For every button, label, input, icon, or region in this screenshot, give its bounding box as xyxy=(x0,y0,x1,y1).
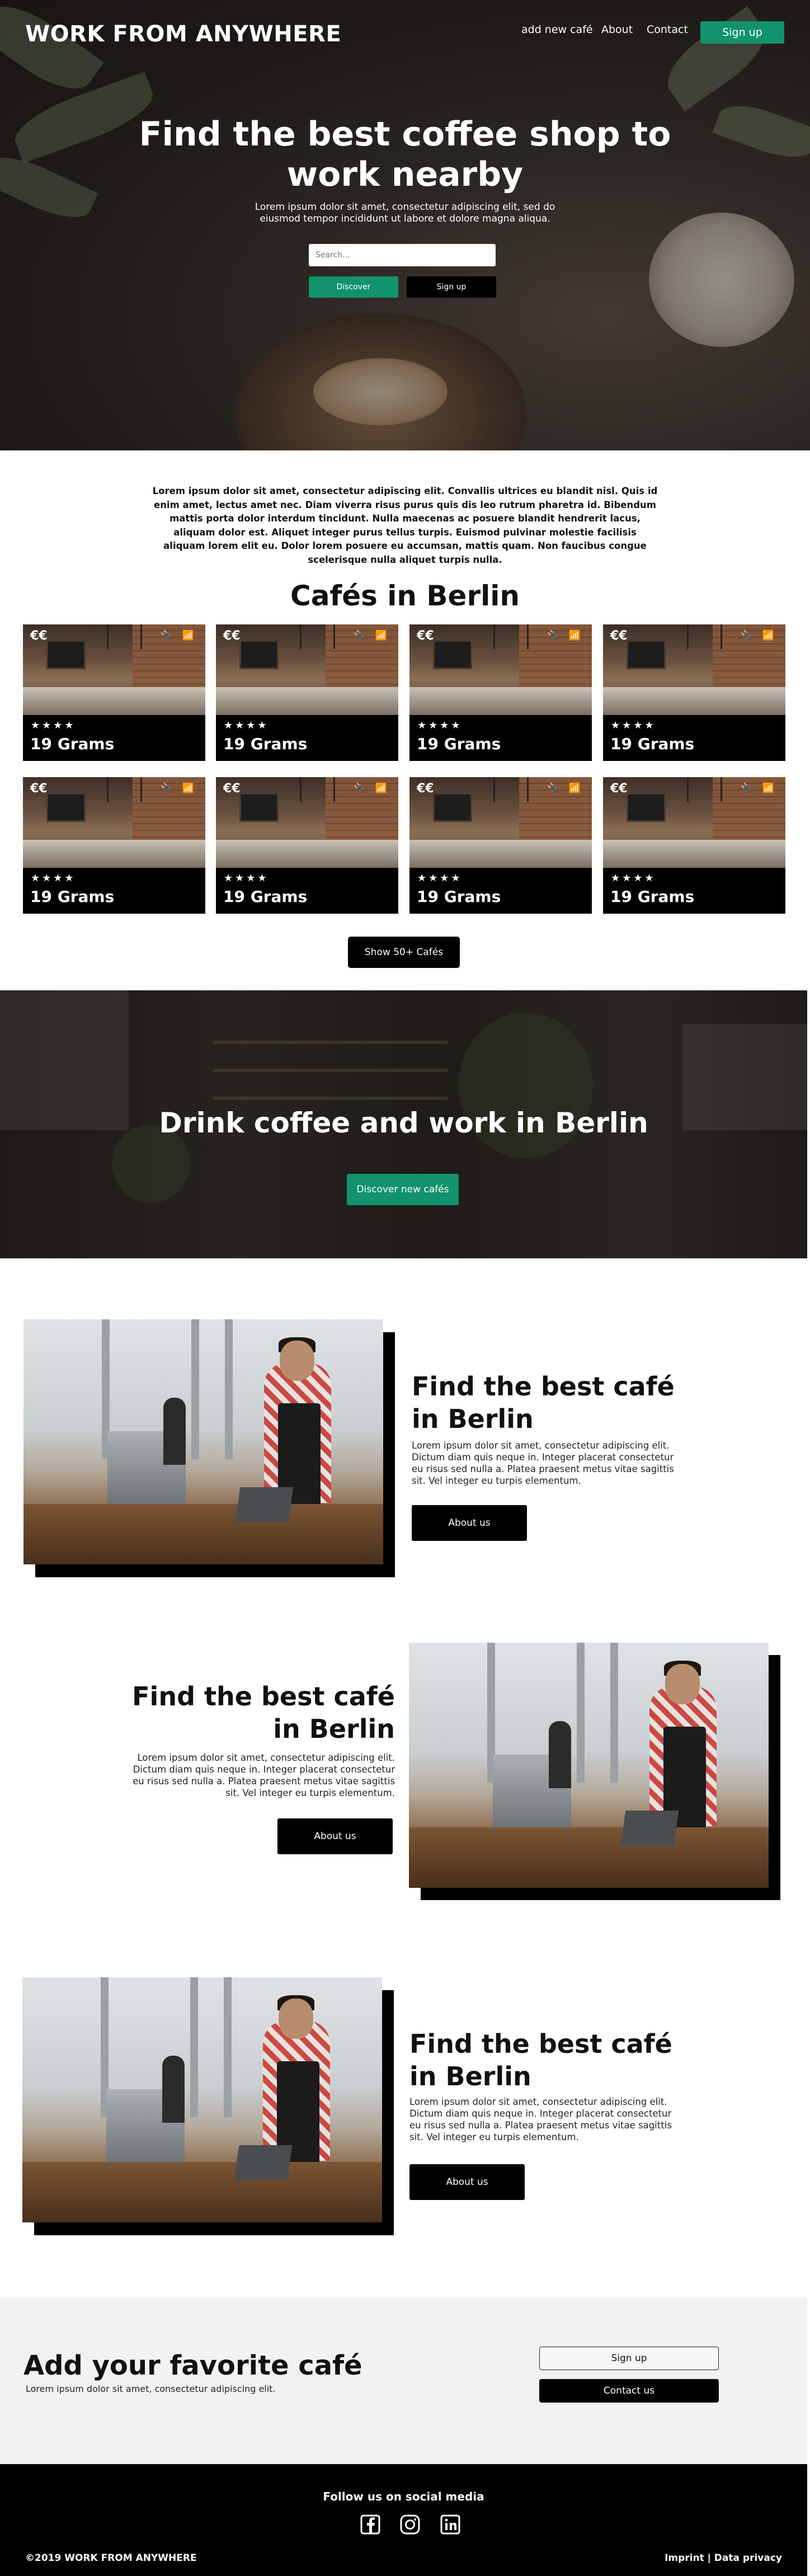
hero-signup-button[interactable]: Sign up xyxy=(407,276,496,298)
amenity-icons: 🔌 📶 xyxy=(354,630,390,641)
cta-section: Add your favorite café Lorem ipsum dolor… xyxy=(0,2297,807,2464)
search-input[interactable] xyxy=(309,244,496,266)
cafe-name: 19 Grams xyxy=(223,735,308,753)
rating-stars: ★★★★ xyxy=(611,872,656,884)
rating-stars: ★★★★ xyxy=(611,720,656,731)
cafe-card[interactable]: €€ 🔌 📶 ★★★★ 19 Grams xyxy=(23,624,205,761)
cafe-name: 19 Grams xyxy=(610,887,695,906)
rating-stars: ★★★★ xyxy=(224,872,269,884)
legal-links[interactable]: Imprint | Data privacy xyxy=(665,2553,782,2564)
discover-new-cafes-button[interactable]: Discover new cafés xyxy=(347,1174,459,1205)
cta-title: Add your favorite café xyxy=(23,2350,362,2381)
rating-stars: ★★★★ xyxy=(31,872,76,884)
price-level: €€ xyxy=(30,782,48,796)
about-us-button[interactable]: About us xyxy=(412,1505,527,1541)
price-level: €€ xyxy=(30,629,48,643)
amenity-icons: 🔌 📶 xyxy=(547,630,584,641)
cafe-card[interactable]: €€ 🔌 📶 ★★★★ 19 Grams xyxy=(216,624,398,761)
instagram-icon[interactable] xyxy=(399,2513,421,2536)
cafe-name: 19 Grams xyxy=(417,887,501,906)
cafe-name: 19 Grams xyxy=(223,887,308,906)
feature-title: Find the best café in Berlin xyxy=(132,1681,395,1744)
feature-text: Lorem ipsum dolor sit amet, consectetur … xyxy=(412,1440,674,1486)
banner-section: Drink coffee and work in Berlin Discover… xyxy=(0,990,807,1258)
hero-overlay xyxy=(0,0,810,450)
intro-text: Lorem ipsum dolor sit amet, consectetur … xyxy=(152,486,658,565)
price-level: €€ xyxy=(610,782,628,796)
cafe-name: 19 Grams xyxy=(30,735,115,753)
price-level: €€ xyxy=(417,782,434,796)
linkedin-icon[interactable] xyxy=(439,2513,461,2536)
amenity-icons: 🔌 📶 xyxy=(547,783,584,794)
rating-stars: ★★★★ xyxy=(224,720,269,731)
amenity-icons: 🔌 📶 xyxy=(741,783,778,794)
cafe-card[interactable]: €€ 🔌 📶 ★★★★ 19 Grams xyxy=(23,777,205,914)
about-us-button[interactable]: About us xyxy=(277,1818,393,1854)
nav-add-new-cafe[interactable]: add new café xyxy=(521,23,593,36)
facebook-icon[interactable] xyxy=(359,2513,382,2536)
barista-photo xyxy=(22,1977,382,2222)
copyright-text: ©2019 WORK FROM ANYWHERE xyxy=(25,2553,197,2564)
amenity-icons: 🔌 📶 xyxy=(354,783,390,794)
contact-us-button[interactable]: Contact us xyxy=(539,2379,719,2403)
discover-button[interactable]: Discover xyxy=(309,276,398,298)
hero-subtitle: Lorem ipsum dolor sit amet, consectetur … xyxy=(255,201,555,224)
price-level: €€ xyxy=(223,629,241,643)
cafe-card[interactable]: €€ 🔌 📶 ★★★★ 19 Grams xyxy=(409,777,592,914)
amenity-icons: 🔌 📶 xyxy=(161,783,197,794)
cafe-card[interactable]: €€ 🔌 📶 ★★★★ 19 Grams xyxy=(216,777,398,914)
hero-title: Find the best coffee shop to work nearby xyxy=(139,115,671,194)
cafe-card[interactable]: €€ 🔌 📶 ★★★★ 19 Grams xyxy=(603,624,785,761)
cafes-section-title: Cafés in Berlin xyxy=(290,580,520,612)
cafe-name: 19 Grams xyxy=(610,735,695,753)
amenity-icons: 🔌 📶 xyxy=(741,630,778,641)
show-more-cafes-button[interactable]: Show 50+ Cafés xyxy=(348,937,460,968)
feature-text: Lorem ipsum dolor sit amet, consectetur … xyxy=(133,1752,395,1798)
barista-photo xyxy=(23,1319,383,1564)
footer: Follow us on social media ©2019 WORK FRO… xyxy=(0,2464,807,2576)
follow-us-heading: Follow us on social media xyxy=(323,2490,484,2503)
cafe-card[interactable]: €€ 🔌 📶 ★★★★ 19 Grams xyxy=(603,777,785,914)
hero-section: WORK FROM ANYWHERE add new café About Co… xyxy=(0,0,810,450)
nav-contact[interactable]: Contact xyxy=(647,23,688,36)
feature-title: Find the best café in Berlin xyxy=(412,1371,675,1434)
feature-text: Lorem ipsum dolor sit amet, consectetur … xyxy=(409,2096,672,2142)
price-level: €€ xyxy=(417,629,434,643)
amenity-icons: 🔌 📶 xyxy=(161,630,197,641)
brand-logo[interactable]: WORK FROM ANYWHERE xyxy=(25,21,341,47)
cafe-name: 19 Grams xyxy=(30,887,115,906)
price-level: €€ xyxy=(610,629,628,643)
feature-title: Find the best café in Berlin xyxy=(409,2029,672,2091)
rating-stars: ★★★★ xyxy=(417,872,463,884)
nav-about[interactable]: About xyxy=(601,23,633,36)
cafe-card[interactable]: €€ 🔌 📶 ★★★★ 19 Grams xyxy=(409,624,592,761)
rating-stars: ★★★★ xyxy=(417,720,463,731)
header-signup-button[interactable]: Sign up xyxy=(700,21,784,44)
about-us-button[interactable]: About us xyxy=(409,2164,525,2200)
barista-photo xyxy=(409,1643,769,1888)
banner-title: Drink coffee and work in Berlin xyxy=(159,1107,648,1139)
cafe-name: 19 Grams xyxy=(417,735,501,753)
price-level: €€ xyxy=(223,782,241,796)
cta-subtitle: Lorem ipsum dolor sit amet, consectetur … xyxy=(26,2384,276,2394)
rating-stars: ★★★★ xyxy=(31,720,76,731)
cta-signup-button[interactable]: Sign up xyxy=(539,2347,719,2370)
